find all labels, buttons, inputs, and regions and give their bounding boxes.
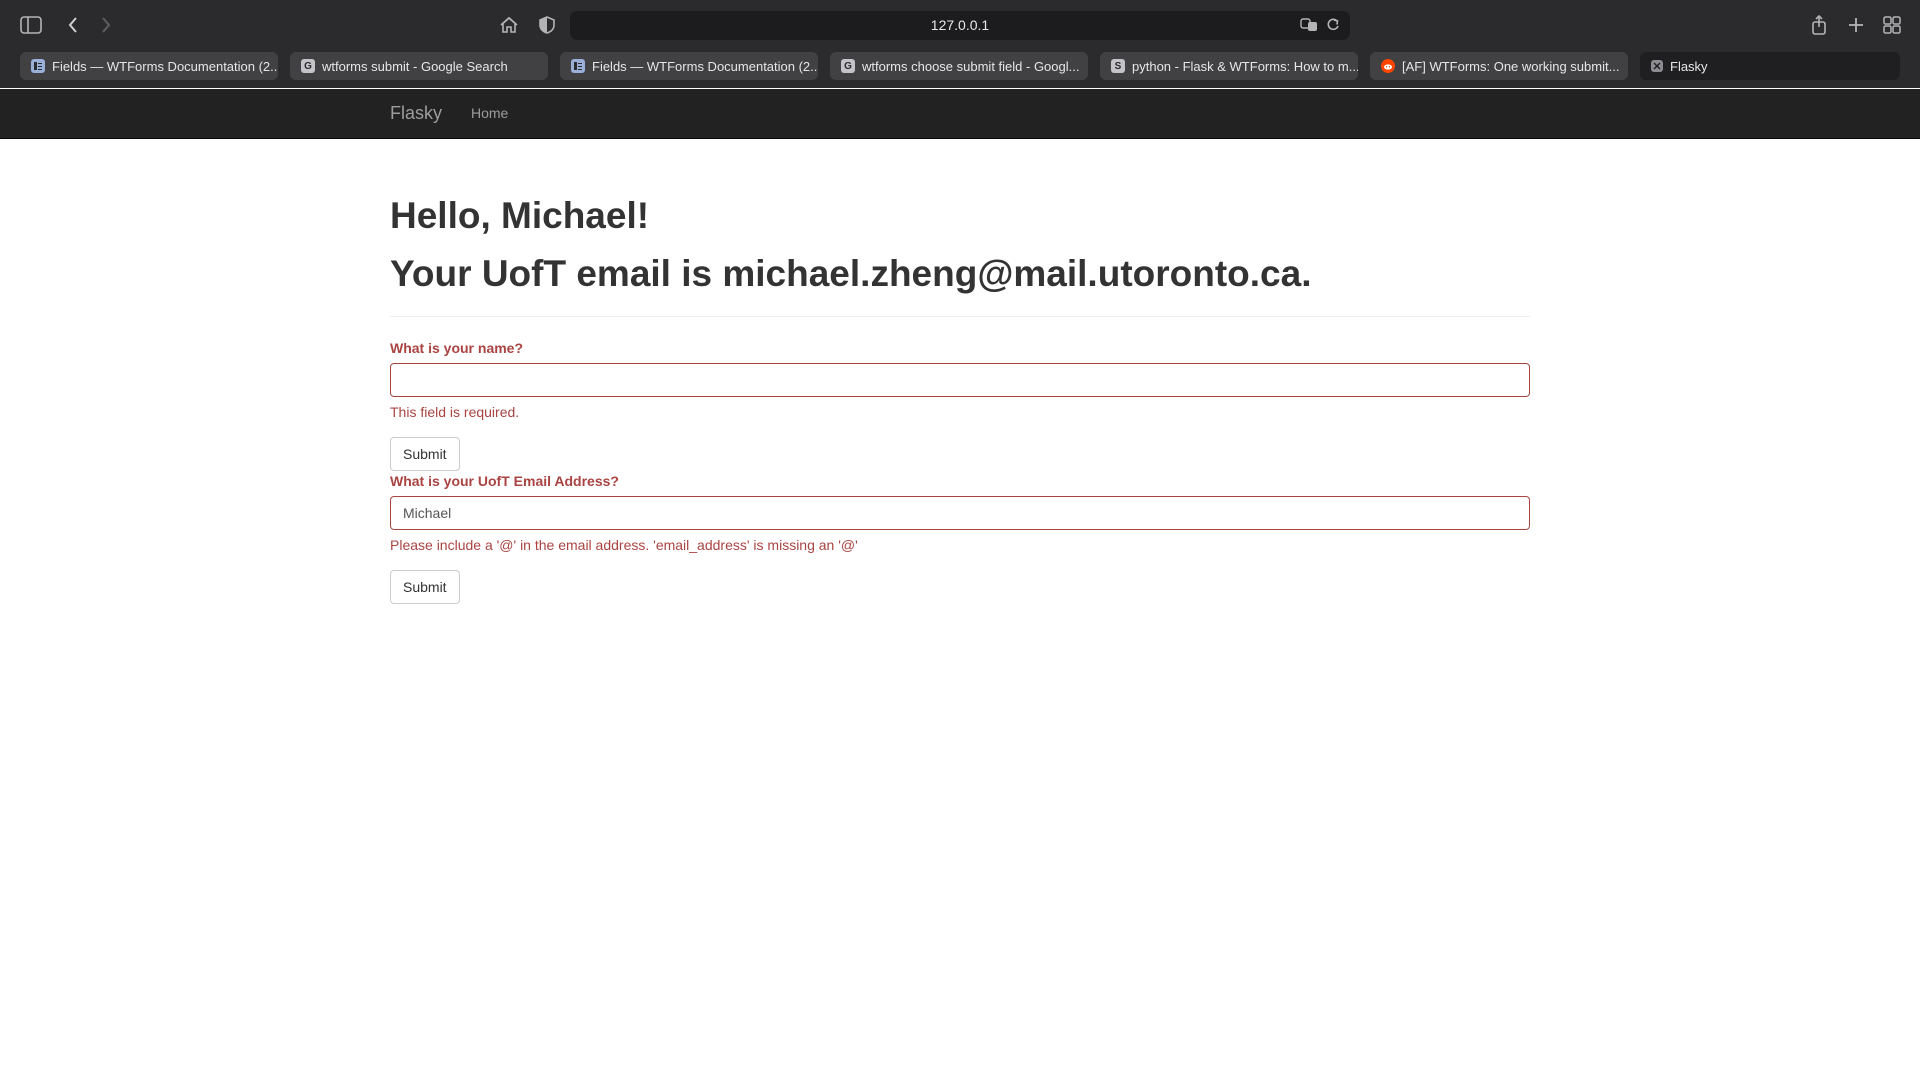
tab-overview-icon[interactable] <box>1879 13 1905 37</box>
reddit-icon <box>1381 59 1395 73</box>
google-icon: G <box>301 59 315 73</box>
name-error-message: This field is required. <box>390 404 520 420</box>
tab-title: wtforms choose submit field - Googl... <box>862 58 1080 74</box>
back-icon[interactable] <box>60 13 86 37</box>
tab-title: wtforms submit - Google Search <box>322 58 508 74</box>
browser-toolbar: 127.0.0.1 <box>0 0 1920 50</box>
browser-chrome: 127.0.0.1 Fields — WTForms Documentation… <box>0 0 1920 88</box>
email-field-label: What is your UofT Email Address? <box>390 473 619 489</box>
tab-title: python - Flask & WTForms: How to m... <box>1132 58 1358 74</box>
tab-title: Fields — WTForms Documentation (2... <box>592 58 818 74</box>
google-icon: G <box>841 59 855 73</box>
tab-google-search-1[interactable]: G wtforms submit - Google Search <box>290 52 548 80</box>
email-input[interactable] <box>390 496 1530 530</box>
email-error-message: Please include a '@' in the email addres… <box>390 537 858 553</box>
greeting-heading: Hello, Michael! <box>390 195 650 236</box>
forward-icon[interactable] <box>93 13 119 37</box>
tab-reddit[interactable]: [AF] WTForms: One working submit... <box>1370 52 1628 80</box>
tab-title: Fields — WTForms Documentation (2... <box>52 58 278 74</box>
stackoverflow-icon: S <box>1111 59 1125 73</box>
translate-icon[interactable] <box>1300 17 1318 38</box>
tab-wtforms-fields-1[interactable]: Fields — WTForms Documentation (2... <box>20 52 278 80</box>
tab-bar: Fields — WTForms Documentation (2... G w… <box>0 52 1920 82</box>
share-icon[interactable] <box>1806 13 1832 37</box>
tab-google-search-2[interactable]: G wtforms choose submit field - Googl... <box>830 52 1088 80</box>
doc-icon <box>31 59 45 73</box>
default-favicon-icon <box>1651 60 1663 72</box>
sidebar-toggle-icon[interactable] <box>18 13 44 37</box>
heading-divider <box>390 316 1530 317</box>
email-submit-button[interactable]: Submit <box>390 570 460 604</box>
tab-title: [AF] WTForms: One working submit... <box>1402 58 1620 74</box>
site-navbar: Flasky Home <box>0 89 1920 139</box>
home-icon[interactable] <box>496 13 522 37</box>
privacy-shield-icon[interactable] <box>534 13 560 37</box>
tab-stackoverflow[interactable]: S python - Flask & WTForms: How to m... <box>1100 52 1358 80</box>
tab-wtforms-fields-2[interactable]: Fields — WTForms Documentation (2... <box>560 52 818 80</box>
address-bar[interactable]: 127.0.0.1 <box>570 11 1350 40</box>
url-text: 127.0.0.1 <box>930 17 990 33</box>
brand-link[interactable]: Flasky <box>390 103 442 124</box>
name-input[interactable] <box>390 363 1530 397</box>
reload-icon[interactable] <box>1326 17 1340 38</box>
new-tab-icon[interactable] <box>1843 13 1869 37</box>
tab-title: Flasky <box>1670 58 1708 74</box>
name-submit-button[interactable]: Submit <box>390 437 460 471</box>
nav-home-link[interactable]: Home <box>471 105 508 121</box>
name-field-label: What is your name? <box>390 340 524 356</box>
doc-icon <box>571 59 585 73</box>
tab-flasky[interactable]: Flasky <box>1640 52 1900 80</box>
email-heading: Your UofT email is michael.zheng@mail.ut… <box>390 253 1312 294</box>
